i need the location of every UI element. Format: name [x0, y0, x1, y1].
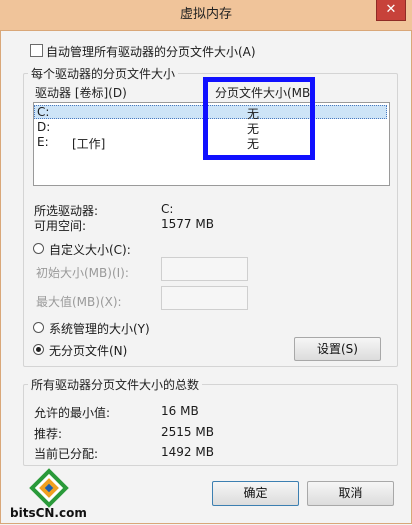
auto-manage-checkbox[interactable]	[30, 44, 43, 57]
system-managed-radio[interactable]	[33, 322, 44, 333]
set-button[interactable]: 设置(S)	[294, 337, 381, 361]
free-space-label: 可用空间:	[34, 219, 87, 233]
max-size-input[interactable]	[161, 286, 248, 310]
min-size-label: 允许的最小值:	[34, 406, 111, 420]
drive-row-e[interactable]: E:	[37, 135, 49, 149]
column-header-drive[interactable]: 驱动器 [卷标](D)	[35, 84, 127, 101]
radio-selected-dot	[36, 347, 41, 352]
totals-group-title: 所有驱动器分页文件大小的总数	[28, 376, 203, 393]
custom-size-radio[interactable]	[33, 243, 44, 254]
max-size-label: 最大值(MB)(X):	[36, 295, 122, 309]
drives-group-title: 每个驱动器的分页文件大小	[28, 65, 179, 82]
allocated-label: 当前已分配:	[34, 447, 99, 461]
free-space-value: 1577 MB	[161, 217, 214, 231]
initial-size-input[interactable]	[161, 257, 248, 281]
system-managed-label[interactable]: 系统管理的大小(Y)	[49, 320, 150, 337]
watermark-logo: bitsCN.com	[4, 468, 94, 522]
recommended-label: 推荐:	[34, 427, 63, 441]
selected-drive-value: C:	[161, 202, 174, 216]
watermark-site-text: bitsCN.com	[10, 506, 87, 520]
auto-manage-label[interactable]: 自动管理所有驱动器的分页文件大小(A)	[46, 43, 256, 60]
cancel-button[interactable]: 取消	[307, 481, 394, 506]
size-column-highlight-box	[203, 77, 315, 160]
custom-size-label[interactable]: 自定义大小(C):	[49, 241, 131, 258]
recommended-value: 2515 MB	[161, 425, 214, 439]
no-paging-label[interactable]: 无分页文件(N)	[49, 342, 127, 359]
initial-size-label: 初始大小(MB)(I):	[36, 266, 129, 280]
close-button[interactable]: ✕	[376, 0, 406, 21]
close-icon: ✕	[385, 2, 397, 17]
window-title: 虚拟内存	[179, 7, 232, 22]
drive-row-c[interactable]: C:	[37, 105, 49, 119]
no-paging-radio[interactable]	[33, 344, 44, 355]
drive-row-e-label: [工作]	[72, 137, 106, 151]
min-size-value: 16 MB	[161, 404, 199, 418]
ok-button[interactable]: 确定	[212, 481, 299, 506]
drive-row-d[interactable]: D:	[37, 120, 50, 134]
allocated-value: 1492 MB	[161, 445, 214, 459]
